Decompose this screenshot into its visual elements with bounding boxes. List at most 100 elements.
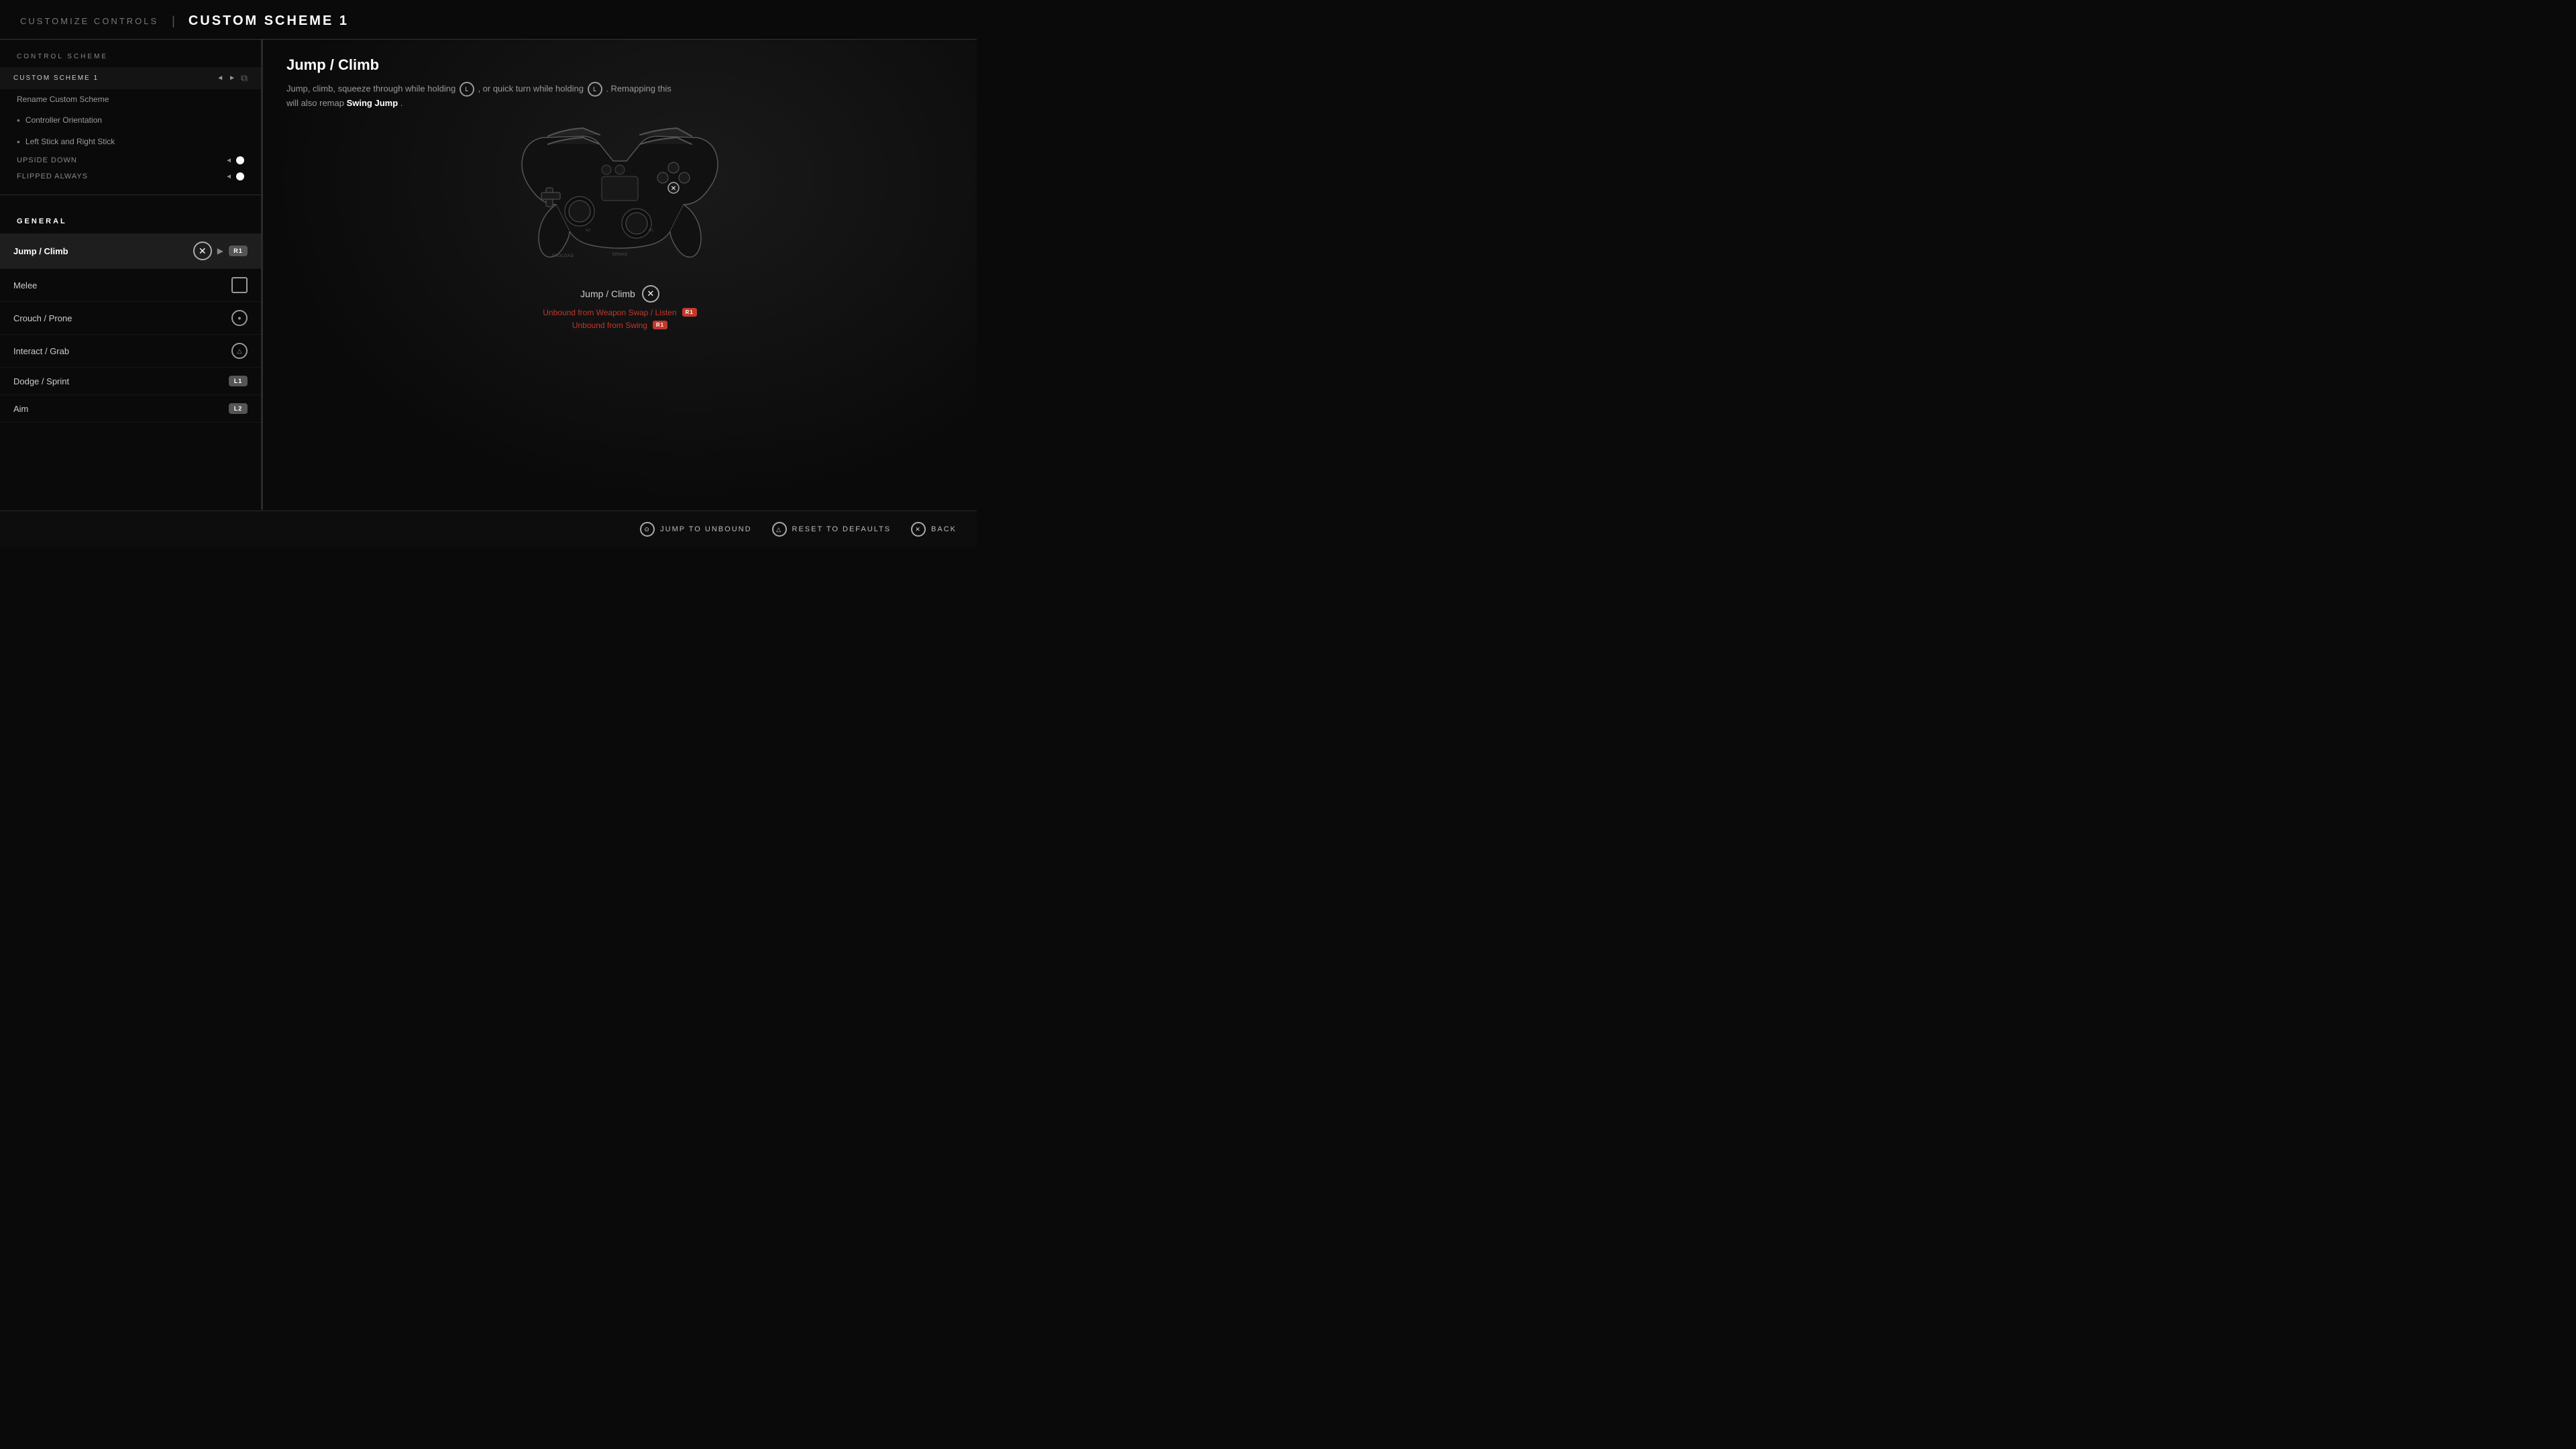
jump-to-unbound-icon: ⊙ bbox=[640, 522, 655, 537]
circle-button-icon: ● bbox=[231, 310, 248, 326]
jump-to-unbound-button[interactable]: ⊙ JUMP TO UNBOUND bbox=[640, 522, 751, 537]
copy-icon[interactable]: ⧉ bbox=[241, 72, 248, 84]
rename-scheme-label: Rename Custom Scheme bbox=[17, 95, 109, 104]
page-title: CUSTOM SCHEME 1 bbox=[189, 13, 349, 29]
controller-diagram: ✕ SNOLOAD SRNAS bbox=[502, 124, 737, 272]
scheme-arrows: ◄ ► ⧉ bbox=[217, 72, 248, 84]
unbound-row-1: Unbound from Weapon Swap / Listen R1 bbox=[543, 308, 696, 317]
reset-to-defaults-button[interactable]: △ RESET TO DEFAULTS bbox=[772, 522, 892, 537]
bullet-icon-2: • bbox=[17, 136, 20, 147]
control-name-melee: Melee bbox=[13, 280, 37, 290]
upside-down-dot bbox=[236, 156, 244, 164]
control-buttons-dodge: L1 bbox=[229, 376, 248, 386]
l-button-inline: L bbox=[460, 82, 474, 97]
jump-to-unbound-label: JUMP TO UNBOUND bbox=[660, 525, 751, 533]
flipped-always-controls: ◄ bbox=[225, 172, 244, 180]
control-name-interact: Interact / Grab bbox=[13, 346, 69, 356]
svg-text:R1: R1 bbox=[649, 229, 653, 233]
flipped-always-row[interactable]: FLIPPED ALWAYS ◄ bbox=[0, 168, 261, 184]
control-buttons-melee bbox=[231, 277, 248, 293]
svg-text:SNOLOAD: SNOLOAD bbox=[552, 254, 574, 258]
header: CUSTOMIZE CONTROLS | CUSTOM SCHEME 1 bbox=[0, 0, 977, 40]
svg-text:SRNAS: SRNAS bbox=[612, 253, 627, 257]
binding-name: Jump / Climb bbox=[580, 288, 635, 299]
svg-text:R2: R2 bbox=[586, 229, 590, 233]
scheme-name: CUSTOM SCHEME 1 bbox=[13, 74, 99, 82]
stick-settings-left: • Left Stick and Right Stick bbox=[17, 136, 115, 147]
stick-settings-item[interactable]: • Left Stick and Right Stick bbox=[0, 131, 261, 152]
control-buttons-crouch: ● bbox=[231, 310, 248, 326]
reset-to-defaults-icon: △ bbox=[772, 522, 787, 537]
general-header: GENERAL bbox=[0, 212, 261, 233]
main-layout: CONTROL SCHEME CUSTOM SCHEME 1 ◄ ► ⧉ Ren… bbox=[0, 40, 977, 510]
controller-svg-wrapper: ✕ SNOLOAD SRNAS bbox=[502, 124, 737, 272]
l2-button-badge: L2 bbox=[229, 403, 248, 414]
desc-period: . bbox=[400, 98, 403, 108]
flipped-always-arrow[interactable]: ◄ bbox=[225, 173, 232, 180]
left-panel: CONTROL SCHEME CUSTOM SCHEME 1 ◄ ► ⧉ Ren… bbox=[0, 40, 262, 510]
control-item-jump-climb[interactable]: Jump / Climb ✕ ▶ R1 bbox=[0, 233, 261, 269]
upside-down-row[interactable]: UPSIDE DOWN ◄ bbox=[0, 152, 261, 168]
square-button-icon bbox=[231, 277, 248, 293]
general-section: GENERAL Jump / Climb ✕ ▶ R1 Melee Crouch… bbox=[0, 205, 261, 429]
svg-text:✕: ✕ bbox=[671, 185, 676, 193]
triangle-button-icon: △ bbox=[231, 343, 248, 359]
reset-to-defaults-label: RESET TO DEFAULTS bbox=[792, 525, 892, 533]
unbound-text-2: Unbound from Swing bbox=[572, 321, 647, 330]
control-item-dodge[interactable]: Dodge / Sprint L1 bbox=[0, 368, 261, 395]
control-buttons-interact: △ bbox=[231, 343, 248, 359]
control-buttons-jump-climb: ✕ ▶ R1 bbox=[193, 241, 248, 260]
unbound-badge-2: R1 bbox=[653, 321, 667, 329]
bullet-icon: • bbox=[17, 115, 20, 125]
arrow-right-icon: ▶ bbox=[217, 246, 223, 256]
control-scheme-section: CONTROL SCHEME CUSTOM SCHEME 1 ◄ ► ⧉ Ren… bbox=[0, 53, 261, 195]
scheme-left-arrow[interactable]: ◄ bbox=[217, 74, 223, 82]
unbound-row-2: Unbound from Swing R1 bbox=[543, 321, 696, 330]
control-item-aim[interactable]: Aim L2 bbox=[0, 395, 261, 423]
controller-orientation-left: • Controller Orientation bbox=[17, 115, 102, 125]
unbound-text-1: Unbound from Weapon Swap / Listen bbox=[543, 308, 676, 317]
x-button-icon: ✕ bbox=[193, 241, 212, 260]
binding-x-icon: ✕ bbox=[642, 285, 659, 303]
desc-part-2: , or quick turn while holding bbox=[478, 83, 586, 93]
right-content: Jump / Climb Jump, climb, squeeze throug… bbox=[286, 56, 953, 330]
r1-button-badge: R1 bbox=[229, 246, 248, 256]
control-buttons-aim: L2 bbox=[229, 403, 248, 414]
rename-scheme-item[interactable]: Rename Custom Scheme bbox=[0, 89, 261, 109]
control-name-crouch: Crouch / Prone bbox=[13, 313, 72, 323]
scheme-right-arrow[interactable]: ► bbox=[229, 74, 235, 82]
back-label: BACK bbox=[931, 525, 957, 533]
control-item-melee[interactable]: Melee bbox=[0, 269, 261, 302]
control-item-interact[interactable]: Interact / Grab △ bbox=[0, 335, 261, 368]
control-name-dodge: Dodge / Sprint bbox=[13, 376, 69, 386]
page-subtitle: CUSTOMIZE CONTROLS bbox=[20, 16, 158, 26]
flipped-always-label: FLIPPED ALWAYS bbox=[17, 172, 88, 180]
upside-down-controls: ◄ bbox=[225, 156, 244, 164]
footer: ⊙ JUMP TO UNBOUND △ RESET TO DEFAULTS ✕ … bbox=[0, 511, 977, 547]
control-name-aim: Aim bbox=[13, 404, 28, 414]
l-button-inline-2: L bbox=[588, 82, 602, 97]
upside-down-arrow[interactable]: ◄ bbox=[225, 157, 232, 164]
control-scheme-label: CONTROL SCHEME bbox=[0, 53, 261, 67]
back-button[interactable]: ✕ BACK bbox=[911, 522, 957, 537]
controller-container: ✕ SNOLOAD SRNAS bbox=[286, 124, 953, 330]
stick-settings-label: Left Stick and Right Stick bbox=[25, 137, 115, 146]
right-panel: Jump / Climb Jump, climb, squeeze throug… bbox=[263, 40, 977, 510]
desc-part-1: Jump, climb, squeeze through while holdi… bbox=[286, 83, 458, 93]
controller-info: Jump / Climb ✕ Unbound from Weapon Swap … bbox=[543, 285, 696, 330]
back-icon: ✕ bbox=[911, 522, 926, 537]
control-item-crouch[interactable]: Crouch / Prone ● bbox=[0, 302, 261, 335]
desc-swing-jump: Swing Jump bbox=[347, 98, 398, 108]
unbound-badge-1: R1 bbox=[682, 308, 697, 317]
header-divider: | bbox=[172, 14, 175, 28]
controller-orientation-label: Controller Orientation bbox=[25, 115, 102, 125]
action-description: Jump, climb, squeeze through while holdi… bbox=[286, 82, 676, 111]
flipped-always-dot bbox=[236, 172, 244, 180]
upside-down-label: UPSIDE DOWN bbox=[17, 156, 77, 164]
main-binding: Jump / Climb ✕ bbox=[543, 285, 696, 303]
controller-orientation-item[interactable]: • Controller Orientation bbox=[0, 109, 261, 131]
scheme-selector[interactable]: CUSTOM SCHEME 1 ◄ ► ⧉ bbox=[0, 67, 261, 89]
l1-button-badge: L1 bbox=[229, 376, 248, 386]
control-name-jump-climb: Jump / Climb bbox=[13, 246, 68, 256]
action-title: Jump / Climb bbox=[286, 56, 953, 74]
